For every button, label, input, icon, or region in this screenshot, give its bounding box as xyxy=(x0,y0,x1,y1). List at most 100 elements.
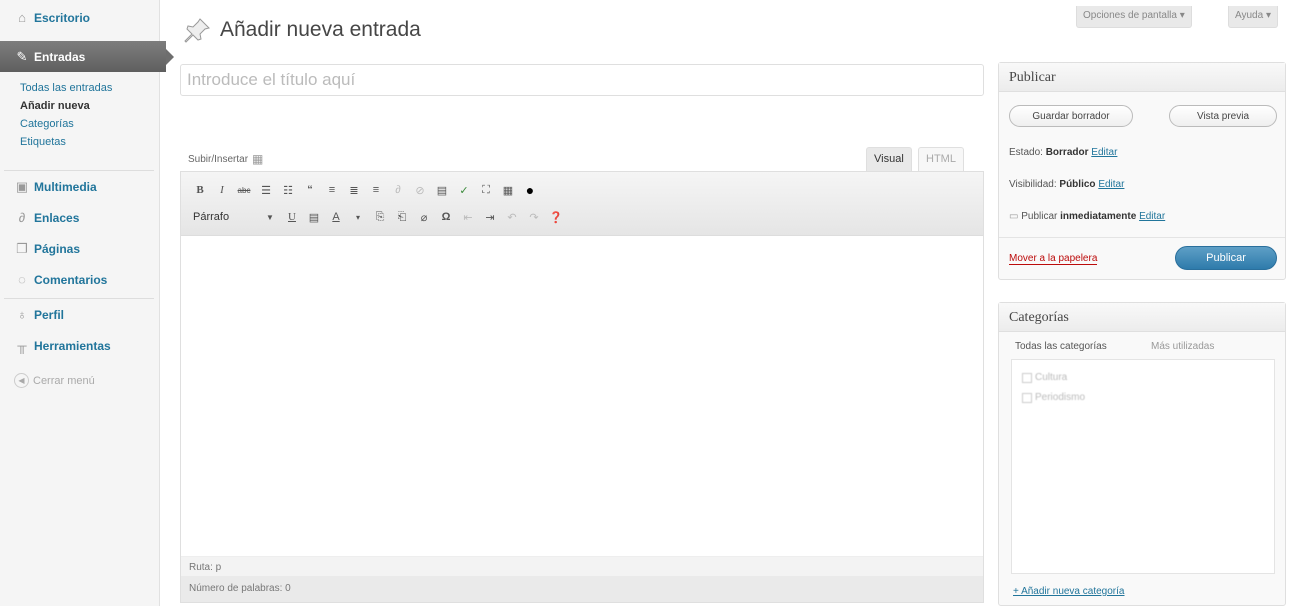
visibility-value: Público xyxy=(1059,179,1096,190)
tab-popular-categories[interactable]: Más utilizadas xyxy=(1151,341,1214,352)
align-right-icon[interactable]: ≡ xyxy=(365,180,387,200)
help-icon[interactable]: ❓ xyxy=(545,207,567,227)
paste-word-icon[interactable]: ⎗ xyxy=(391,207,413,227)
format-select-value: Párrafo xyxy=(193,211,230,223)
underline-icon[interactable]: U xyxy=(281,207,303,227)
visibility-label: Visibilidad: xyxy=(1009,179,1057,190)
comment-icon: ◌ xyxy=(18,271,26,287)
fullscreen-icon[interactable]: ⛶ xyxy=(475,180,497,200)
paste-text-icon[interactable]: ⎘ xyxy=(369,207,391,227)
home-icon: ⌂ xyxy=(18,9,26,25)
tab-all-categories[interactable]: Todas las categorías xyxy=(1015,341,1107,352)
numbered-list-icon[interactable]: ☷ xyxy=(277,180,299,200)
help-button[interactable]: Ayuda ▾ xyxy=(1228,6,1278,28)
menu-item-links[interactable]: ∂ Enlaces xyxy=(0,202,160,233)
link-icon: ∂ xyxy=(18,209,26,225)
outdent-icon[interactable]: ⇤ xyxy=(457,207,479,227)
omega-icon[interactable]: Ω xyxy=(435,207,457,227)
page-title: Añadir nueva entrada xyxy=(220,18,421,41)
undo-icon[interactable]: ↶ xyxy=(501,207,523,227)
unlink-icon[interactable]: ⊘ xyxy=(409,180,431,200)
edit-status-link[interactable]: Editar xyxy=(1091,147,1117,158)
save-draft-button[interactable]: Guardar borrador xyxy=(1009,105,1133,127)
kitchen-sink-icon[interactable]: ▦ xyxy=(497,180,519,200)
italic-icon[interactable]: I xyxy=(211,180,233,200)
preview-button[interactable]: Vista previa xyxy=(1169,105,1277,127)
menu-label-media: Multimedia xyxy=(34,179,97,194)
insert-more-icon[interactable]: ▤ xyxy=(431,180,453,200)
categories-box: Categorías Todas las categorías Más util… xyxy=(998,302,1286,606)
publish-heading: Publicar xyxy=(999,63,1285,92)
media-icon: ▣ xyxy=(15,178,29,194)
bold-icon[interactable]: B xyxy=(189,180,211,200)
category-checkbox[interactable] xyxy=(1022,372,1032,383)
distraction-free-icon[interactable]: ● xyxy=(519,180,541,200)
category-checklist: Cultura Periodismo xyxy=(1011,359,1275,574)
schedule-row: ▭ Publicar inmediatamente Editar xyxy=(1009,211,1165,222)
publish-button[interactable]: Publicar xyxy=(1175,246,1277,270)
calendar-icon: ▭ xyxy=(1009,211,1019,222)
add-new-category-link[interactable]: + Añadir nueva categoría xyxy=(1013,586,1124,597)
format-select[interactable]: Párrafo xyxy=(189,207,259,227)
justify-icon[interactable]: ▤ xyxy=(303,207,325,227)
tab-visual[interactable]: Visual xyxy=(866,147,912,171)
submenu-all-posts[interactable]: Todas las entradas xyxy=(20,82,112,94)
content-editor: B I abc ☰ ☷ “ ≡ ≣ ≡ ∂ ⊘ ▤ ✓ ⛶ ▦ ● Párraf… xyxy=(180,171,984,603)
toolbar-row-1: B I abc ☰ ☷ “ ≡ ≣ ≡ ∂ ⊘ ▤ ✓ ⛶ ▦ ● xyxy=(189,178,541,202)
menu-item-profile[interactable]: ♁ Perfil xyxy=(0,299,160,330)
menu-label-tools: Herramientas xyxy=(34,338,111,353)
chevron-down-icon[interactable]: ▼ xyxy=(259,207,281,227)
tab-html[interactable]: HTML xyxy=(918,147,964,171)
move-to-trash-link[interactable]: Mover a la papelera xyxy=(1009,253,1098,265)
category-checkbox[interactable] xyxy=(1022,392,1032,403)
post-title-input[interactable] xyxy=(180,64,984,96)
menu-label-comments: Comentarios xyxy=(34,272,108,287)
submenu-add-new[interactable]: Añadir nueva xyxy=(20,100,90,112)
align-left-icon[interactable]: ≡ xyxy=(321,180,343,200)
editor-path: Ruta: p xyxy=(181,556,983,576)
tools-icon: ╥ xyxy=(17,337,27,353)
screen-options-button[interactable]: Opciones de pantalla ▾ xyxy=(1076,6,1192,28)
menu-item-comments[interactable]: ◌ Comentarios xyxy=(0,264,160,295)
collapse-arrow-icon: ◀ xyxy=(14,373,29,388)
status-value: Borrador xyxy=(1045,147,1089,158)
menu-item-tools[interactable]: ╥ Herramientas xyxy=(0,330,160,361)
category-item[interactable]: Periodismo xyxy=(1022,392,1085,403)
edit-schedule-link[interactable]: Editar xyxy=(1139,211,1165,222)
publish-divider xyxy=(999,237,1285,238)
spellcheck-icon[interactable]: ✓ xyxy=(453,180,475,200)
menu-label-dashboard: Escritorio xyxy=(34,10,91,25)
chevron-down-icon[interactable]: ▾ xyxy=(347,207,369,227)
pushpin-icon xyxy=(184,18,210,43)
upload-insert[interactable]: Subir/Insertar ▦ xyxy=(188,152,263,166)
redo-icon[interactable]: ↷ xyxy=(523,207,545,227)
categories-heading: Categorías xyxy=(999,303,1285,332)
insert-link-icon[interactable]: ∂ xyxy=(387,180,409,200)
menu-item-dashboard[interactable]: ⌂ Escritorio xyxy=(0,2,160,33)
align-center-icon[interactable]: ≣ xyxy=(343,180,365,200)
pin-icon: ✎ xyxy=(16,48,28,64)
strikethrough-icon[interactable]: abc xyxy=(233,180,255,200)
editor-body[interactable] xyxy=(181,236,983,556)
status-label: Estado: xyxy=(1009,147,1043,158)
blockquote-icon[interactable]: “ xyxy=(299,180,321,200)
collapse-menu-button[interactable]: ◀ Cerrar menú xyxy=(14,373,95,388)
status-row: Estado: Borrador Editar xyxy=(1009,147,1117,158)
menu-item-posts[interactable]: ✎ Entradas xyxy=(0,41,174,72)
submenu-categories[interactable]: Categorías xyxy=(20,118,74,130)
indent-icon[interactable]: ⇥ xyxy=(479,207,501,227)
menu-label-links: Enlaces xyxy=(34,210,80,225)
users-icon: ♁ xyxy=(17,306,27,322)
menu-item-pages[interactable]: ❐ Páginas xyxy=(0,233,160,264)
menu-item-media[interactable]: ▣ Multimedia xyxy=(0,171,160,202)
edit-visibility-link[interactable]: Editar xyxy=(1098,179,1124,190)
menu-label-pages: Páginas xyxy=(34,241,81,256)
text-color-icon[interactable]: A xyxy=(325,207,347,227)
page-header: Añadir nueva entrada xyxy=(182,16,421,44)
eraser-icon[interactable]: ⌀ xyxy=(413,207,435,227)
toolbar-row-2: Párrafo ▼ U ▤ A ▾ ⎘ ⎗ ⌀ Ω ⇤ ⇥ ↶ ↷ ❓ xyxy=(189,205,567,229)
bullet-list-icon[interactable]: ☰ xyxy=(255,180,277,200)
submenu-tags[interactable]: Etiquetas xyxy=(20,136,66,148)
category-item[interactable]: Cultura xyxy=(1022,372,1067,383)
add-media-icon[interactable]: ▦ xyxy=(252,152,263,166)
